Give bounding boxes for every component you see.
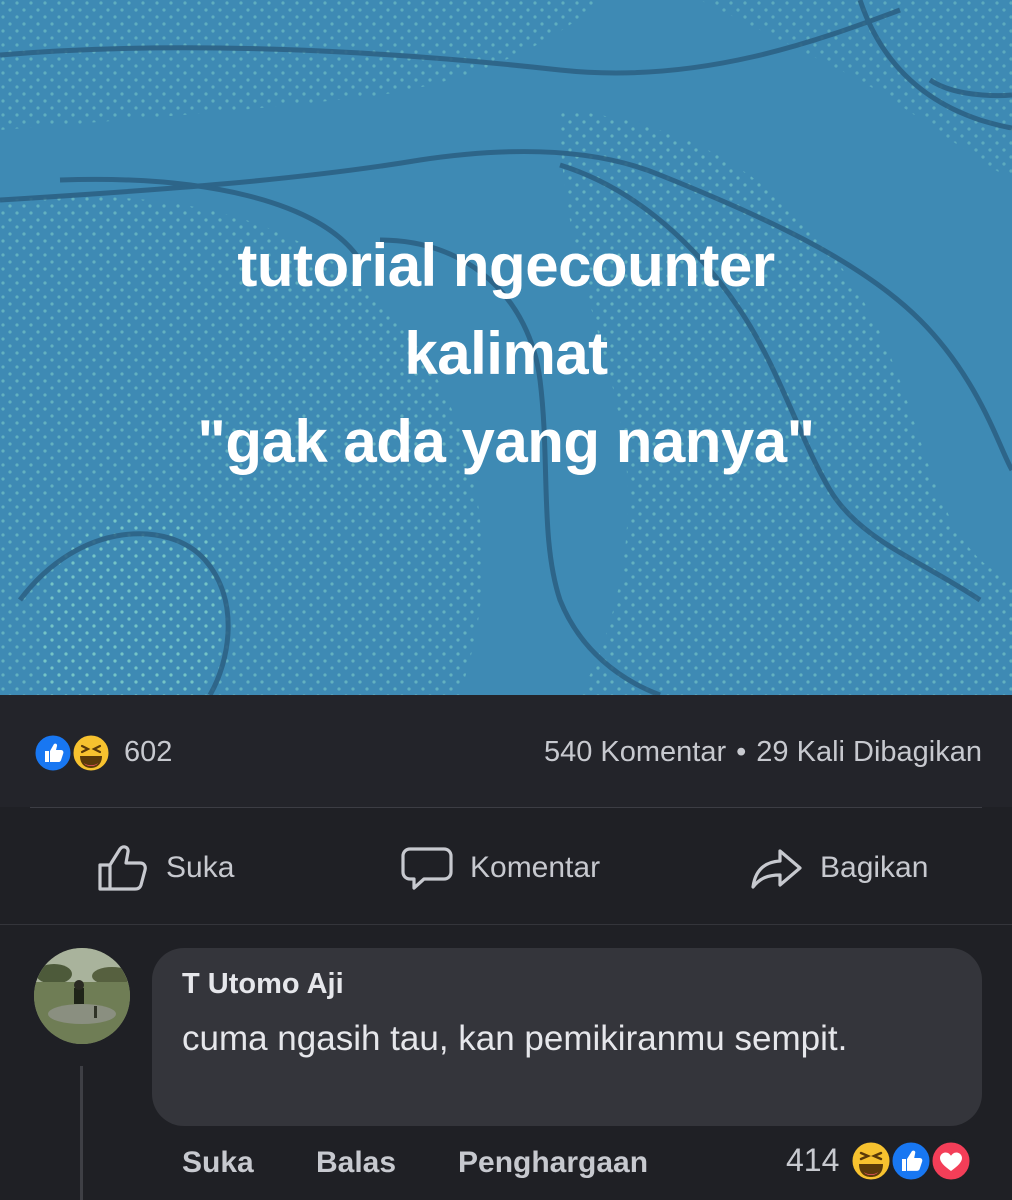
share-label: Bagikan bbox=[820, 851, 929, 884]
comment-like-button[interactable]: Suka bbox=[182, 1146, 254, 1180]
comment-reply-button[interactable]: Balas bbox=[316, 1146, 396, 1180]
separator-dot: • bbox=[736, 736, 747, 768]
comment-award-button[interactable]: Penghargaan bbox=[458, 1146, 648, 1180]
reaction-summary[interactable] bbox=[32, 732, 116, 774]
share-count[interactable]: 29 Kali Dibagikan bbox=[756, 736, 982, 768]
comment-author[interactable]: T Utomo Aji bbox=[182, 968, 344, 1001]
comment-reaction-count[interactable]: 414 bbox=[786, 1142, 839, 1179]
reaction-count[interactable]: 602 bbox=[124, 736, 172, 769]
divider bbox=[0, 924, 1012, 925]
comment-count[interactable]: 540 Komentar bbox=[544, 736, 726, 768]
divider bbox=[30, 807, 982, 808]
comment-button[interactable]: Komentar bbox=[400, 840, 600, 896]
share-arrow-icon bbox=[751, 849, 802, 889]
post-text-line-2: kalimat bbox=[404, 320, 608, 387]
like-label: Suka bbox=[166, 851, 235, 884]
post-text: tutorial ngecounter kalimat "gak ada yan… bbox=[0, 222, 1012, 486]
share-button[interactable]: Bagikan bbox=[750, 840, 928, 896]
reply-thread-line bbox=[80, 1066, 83, 1200]
love-reaction-icon bbox=[929, 1139, 973, 1183]
like-button[interactable]: Suka bbox=[96, 840, 234, 896]
post-background-banner: tutorial ngecounter kalimat "gak ada yan… bbox=[0, 0, 1012, 695]
avatar[interactable] bbox=[34, 948, 130, 1044]
comment-label: Komentar bbox=[470, 851, 601, 884]
comments-shares-summary: 540 Komentar • 29 Kali Dibagikan bbox=[544, 736, 982, 769]
facebook-post: tutorial ngecounter kalimat "gak ada yan… bbox=[0, 0, 1012, 1200]
avatar-photo bbox=[34, 948, 130, 1044]
haha-reaction-icon bbox=[70, 732, 112, 774]
comment-text: cuma ngasih tau, kan pemikiranmu sempit. bbox=[182, 1019, 848, 1058]
haha-reaction-icon bbox=[849, 1139, 893, 1183]
like-reaction-icon bbox=[889, 1139, 933, 1183]
like-reaction-icon bbox=[32, 732, 74, 774]
speech-bubble-icon bbox=[401, 847, 453, 890]
post-text-line-1: tutorial ngecounter bbox=[237, 232, 775, 299]
thumbs-up-icon bbox=[98, 845, 147, 891]
post-text-line-3: "gak ada yang nanya" bbox=[197, 408, 815, 475]
comment-reaction-summary[interactable] bbox=[848, 1138, 988, 1184]
